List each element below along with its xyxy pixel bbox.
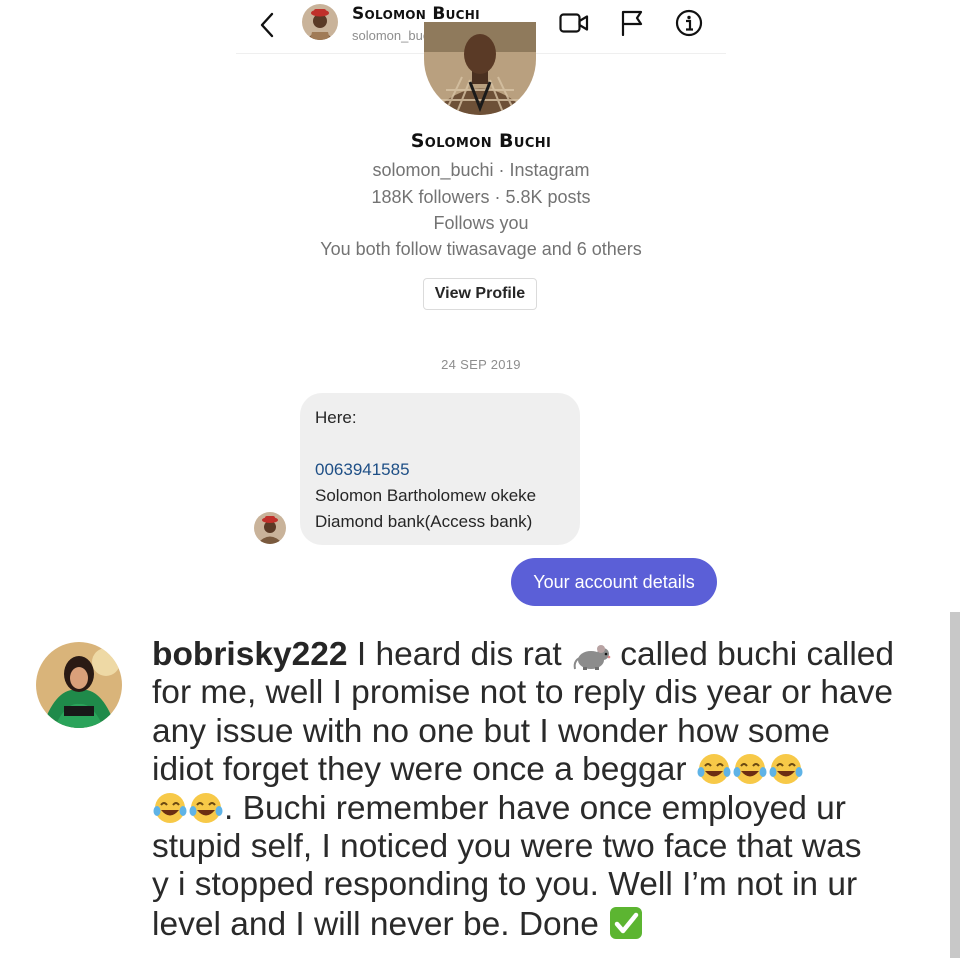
incoming-message-bubble[interactable]: Here: 0063941585 Solomon Bartholomew oke… [300,393,580,545]
comment-line: idiot forget they were once a beggar [152,751,892,789]
comment-line: level and I will never be. Done [152,905,892,943]
comment-line: . Buchi remember have once employed ur [152,790,892,828]
outgoing-message-bubble[interactable]: Your account details [511,558,717,606]
follows-you-line: Follows you [433,213,529,233]
comment-body: bobrisky222 I heard dis rat called buchi… [152,636,895,943]
flag-icon [621,10,643,36]
account-name-line: Solomon Bartholomew okeke [315,486,537,505]
video-call-icon [559,13,589,33]
back-button[interactable] [254,10,280,40]
comment-text-segment: idiot forget they were once a beggar [152,751,696,789]
profile-picture[interactable] [424,22,536,115]
message-line: Here: [315,408,357,427]
comment-line: any issue with no one but I wonder how s… [152,712,830,750]
info-button[interactable] [673,8,705,38]
video-call-button[interactable] [558,8,590,38]
profile-stats-line: 188K followers · 5.8K posts [371,187,591,207]
view-profile-button[interactable]: View Profile [423,278,537,310]
tears-of-joy-emoji-icon [733,754,767,785]
bank-name-line: Diamond bank(Access bank) [315,512,533,531]
back-chevron-icon [260,12,274,38]
date-separator: 24 SEP 2019 [441,357,521,372]
tears-of-joy-emoji-icon [189,792,223,823]
info-icon [675,9,703,37]
header-contact-name: Solomon Buchi [352,4,480,24]
comment-section: bobrisky222 I heard dis rat called buchi… [0,612,960,960]
comment-line: y i stopped responding to you. Well I’m … [152,866,858,904]
tears-of-joy-emoji-icon [697,754,731,785]
commenter-avatar[interactable] [36,642,122,728]
comment-text-segment: called buchi called [610,636,895,673]
scrollbar[interactable] [950,612,960,958]
check-mark-button-emoji-icon [610,906,643,939]
tears-of-joy-emoji-icon [769,754,803,785]
comment-line: stupid self, I noticed you were two face… [152,827,862,865]
comment-text-segment: level and I will never be. Done [152,905,609,943]
comment-text-segment: . Buchi remember have once employed ur [224,789,846,827]
header-avatar[interactable] [302,4,338,40]
rat-emoji-icon [573,645,611,670]
comment-text-segment: I heard dis rat [347,636,571,673]
comment-line: for me, well I promise not to reply dis … [152,674,894,712]
tears-of-joy-emoji-icon [153,792,187,823]
account-number-link[interactable]: 0063941585 [315,457,565,483]
report-flag-button[interactable] [616,8,648,38]
profile-name: Solomon Buchi [410,130,552,152]
commenter-username[interactable]: bobrisky222 [152,636,348,673]
message-sender-avatar[interactable] [254,512,286,544]
dm-conversation-panel: Solomon Buchi solomon_buchi Solomon Buch… [236,0,726,608]
mutual-follow-line: You both follow tiwasavage and 6 others [320,239,642,259]
profile-handle-line: solomon_buchi · Instagram [372,160,590,180]
comment-line: bobrisky222 I heard dis rat called buchi… [152,636,895,674]
